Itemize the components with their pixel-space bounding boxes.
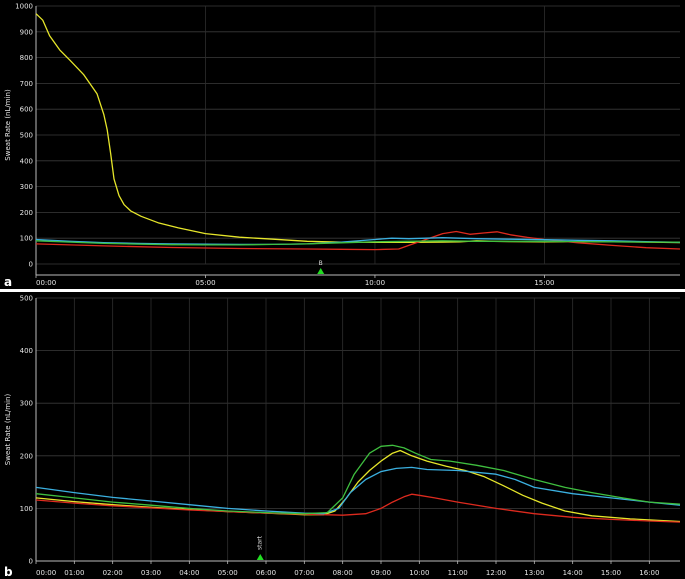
y-tick-label: 100	[20, 505, 33, 513]
x-tick-label: 16:00	[639, 569, 659, 577]
event-marker-label: start	[256, 535, 263, 550]
event-marker-label: B	[319, 260, 323, 267]
x-tick-label: 03:00	[141, 569, 161, 577]
y-tick-label: 0	[29, 261, 33, 269]
x-tick-label: 10:00	[365, 279, 385, 287]
y-tick-label: 200	[20, 452, 33, 460]
panel-letter: a	[4, 275, 12, 289]
x-tick-label: 08:00	[333, 569, 353, 577]
y-tick-label: 300	[20, 183, 33, 191]
x-tick-label: 00:00	[36, 279, 56, 287]
x-tick-label: 00:00	[36, 569, 56, 577]
panel-letter: b	[4, 565, 13, 579]
x-tick-label: 07:00	[294, 569, 314, 577]
y-axis-label: Sweat Rate (nL/min)	[4, 89, 12, 161]
x-tick-label: 14:00	[563, 569, 583, 577]
y-tick-label: 700	[20, 80, 33, 88]
y-tick-label: 900	[20, 28, 33, 36]
x-tick-label: 02:00	[103, 569, 123, 577]
y-tick-label: 500	[20, 295, 33, 303]
x-tick-label: 11:00	[448, 569, 468, 577]
x-tick-label: 01:00	[64, 569, 84, 577]
y-axis-label: Sweat Rate (nL/min)	[4, 394, 12, 466]
x-tick-label: 15:00	[534, 279, 554, 287]
x-tick-label: 13:00	[524, 569, 544, 577]
y-tick-label: 0	[29, 558, 33, 566]
x-tick-label: 10:00	[409, 569, 429, 577]
chart-panel-a: 0 100 200 300 400 500 600 700 800 900 1000 00:00 05:…	[0, 0, 685, 289]
y-tick-label: 600	[20, 106, 33, 114]
y-tick-label: 200	[20, 209, 33, 217]
y-tick-label: 100	[20, 235, 33, 243]
chart-panel-b: 0 100 200 300 400 500 00:00 01:00 02:00 03:00 04:0…	[0, 292, 685, 579]
x-tick-label: 09:00	[371, 569, 391, 577]
x-tick-label: 15:00	[601, 569, 621, 577]
y-tick-label: 300	[20, 400, 33, 408]
x-tick-label: 04:00	[179, 569, 199, 577]
y-tick-label: 1000	[15, 3, 33, 11]
x-tick-label: 12:00	[486, 569, 506, 577]
x-tick-label: 06:00	[256, 569, 276, 577]
y-tick-label: 500	[20, 132, 33, 140]
chart-figure: 0100200300400500600700800900100000:00 05:…	[0, 0, 685, 579]
y-tick-label: 400	[20, 347, 33, 355]
y-tick-label: 400	[20, 157, 33, 165]
y-tick-label: 800	[20, 54, 33, 62]
x-tick-label: 05:00	[195, 279, 215, 287]
x-tick-label: 05:00	[218, 569, 238, 577]
